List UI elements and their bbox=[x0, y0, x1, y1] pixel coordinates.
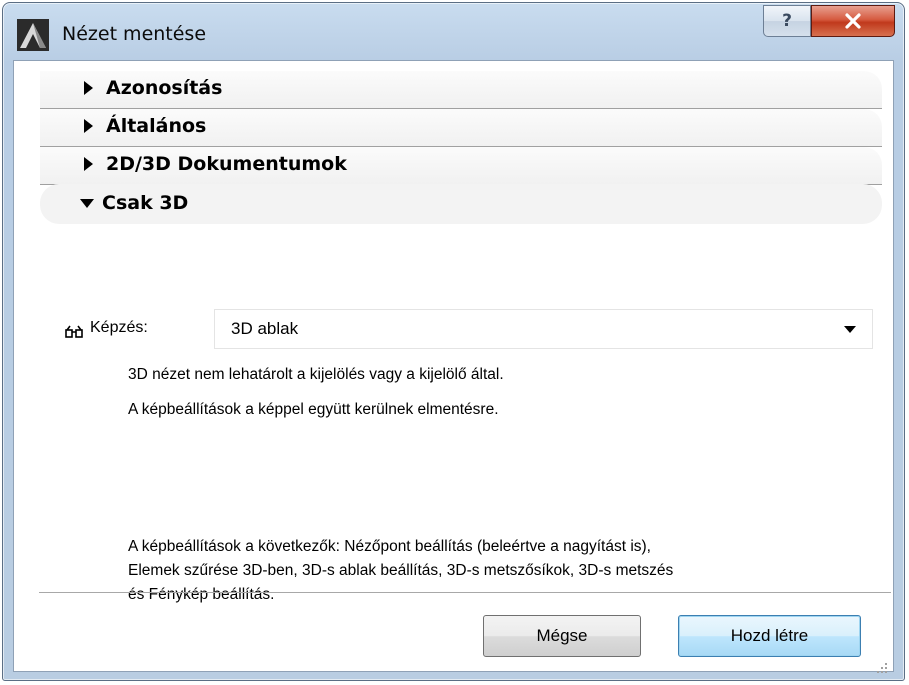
footer-divider bbox=[39, 592, 891, 593]
kepzes-selected-value: 3D ablak bbox=[231, 319, 299, 338]
close-icon bbox=[845, 13, 861, 29]
section-label: Általános bbox=[106, 115, 207, 137]
info-text-5: és Fénykép beállítás. bbox=[128, 586, 275, 603]
section-altalanos[interactable]: Általános bbox=[40, 109, 882, 147]
cancel-button[interactable]: Mégse bbox=[483, 615, 641, 657]
window-title: Nézet mentése bbox=[62, 23, 207, 45]
title-bar[interactable]: Nézet mentése ? bbox=[3, 3, 904, 61]
kepzes-dropdown[interactable]: 3D ablak bbox=[214, 309, 873, 349]
info-text-1: 3D nézet nem lehatárolt a kijelölés vagy… bbox=[128, 366, 504, 383]
kepzes-label: Képzés: bbox=[90, 319, 148, 336]
section-azonositas[interactable]: Azonosítás bbox=[40, 71, 882, 109]
section-label: Azonosítás bbox=[106, 77, 223, 99]
dialog-window: Nézet mentése ? Azonosítás Általános 2D/… bbox=[2, 2, 905, 681]
cancel-button-label: Mégse bbox=[536, 626, 588, 645]
section-label: 2D/3D Dokumentumok bbox=[106, 153, 347, 175]
section-label: Csak 3D bbox=[102, 192, 189, 214]
help-icon: ? bbox=[782, 11, 792, 31]
info-text-3: A képbeállítások a következők: Nézőpont … bbox=[128, 538, 651, 555]
close-button[interactable] bbox=[811, 5, 895, 37]
chevron-down-icon bbox=[844, 326, 856, 333]
expand-arrow-icon bbox=[84, 119, 93, 133]
dialog-body: Azonosítás Általános 2D/3D Dokumentumok … bbox=[13, 60, 894, 672]
create-button[interactable]: Hozd létre bbox=[678, 615, 861, 657]
section-2d3d-dokumentumok[interactable]: 2D/3D Dokumentumok bbox=[40, 147, 882, 185]
collapse-arrow-icon bbox=[80, 199, 94, 208]
expand-arrow-icon bbox=[84, 157, 93, 171]
glasses-icon bbox=[65, 325, 83, 338]
info-text-2: A képbeállítások a képpel együtt kerülne… bbox=[128, 401, 499, 418]
info-text-4: Elemek szűrése 3D-ben, 3D-s ablak beállí… bbox=[128, 562, 674, 579]
expand-arrow-icon bbox=[84, 81, 93, 95]
help-button[interactable]: ? bbox=[763, 5, 811, 37]
resize-grip-icon[interactable] bbox=[873, 659, 889, 675]
archicad-logo-icon bbox=[17, 19, 49, 51]
create-button-label: Hozd létre bbox=[730, 626, 809, 645]
section-csak-3d[interactable]: Csak 3D bbox=[40, 184, 882, 224]
